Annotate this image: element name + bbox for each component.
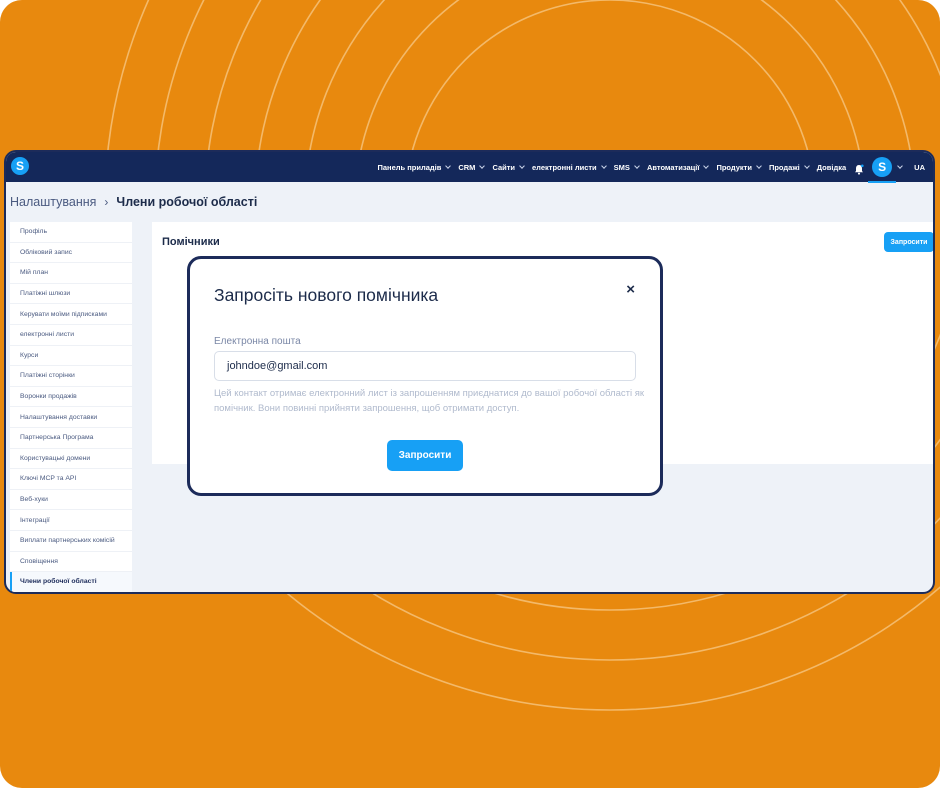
- sidebar-item-api-keys[interactable]: Ключі MCP та API: [10, 469, 132, 490]
- sidebar-item-affiliate-payouts[interactable]: Виплати партнерських комісій: [10, 531, 132, 552]
- active-indicator: [868, 181, 897, 183]
- top-navigation: S Панель приладів CRM Сайти електронні л…: [6, 152, 933, 183]
- sidebar-item-profile[interactable]: Профіль: [10, 222, 132, 243]
- chevron-down-icon: [600, 163, 607, 169]
- nav-item-label: Продукти: [716, 162, 752, 172]
- email-field[interactable]: johndoe@gmail.com: [214, 351, 636, 381]
- email-label: Електронна пошта: [214, 336, 301, 347]
- chevron-down-icon: [634, 163, 640, 169]
- nav-item-crm[interactable]: CRM: [458, 162, 486, 172]
- nav-item-label: Довідка: [816, 162, 847, 172]
- nav-item-products[interactable]: Продукти: [716, 162, 762, 172]
- sidebar-item-delivery-settings[interactable]: Налаштування доставки: [10, 407, 132, 428]
- chevron-down-icon: [897, 163, 903, 169]
- nav-item-label: електронні листи: [532, 162, 597, 172]
- sidebar-item-workspace-members[interactable]: Члени робочої області: [10, 572, 132, 592]
- invite-button[interactable]: Запросити: [884, 232, 933, 252]
- page-title: Помічники: [162, 236, 220, 248]
- submit-invite-button[interactable]: Запросити: [387, 440, 463, 471]
- sidebar-item-my-plan[interactable]: Мій план: [10, 263, 132, 284]
- nav-item-sales[interactable]: Продажі: [768, 162, 810, 172]
- sidebar-item-sales-funnels[interactable]: Воронки продажів: [10, 387, 132, 408]
- nav-item-sites[interactable]: Сайти: [492, 162, 525, 172]
- sidebar-item-emails[interactable]: електронні листи: [10, 325, 132, 346]
- avatar[interactable]: S: [872, 157, 893, 177]
- chevron-down-icon: [803, 163, 810, 169]
- invite-hint-text: Цей контакт отримає електронний лист із …: [214, 388, 645, 414]
- nav-item-label: Автоматизації: [646, 162, 700, 172]
- nav-item-sms[interactable]: SMS: [613, 162, 640, 172]
- invite-assistant-modal: Запросіть нового помічника × Електронна …: [187, 256, 663, 496]
- sidebar-item-custom-domains[interactable]: Користувацькі домени: [10, 449, 132, 470]
- nav-item-label: Панель приладів: [377, 162, 442, 172]
- chevron-down-icon: [519, 163, 525, 169]
- nav-item-automations[interactable]: Автоматизації: [646, 162, 710, 172]
- user-menu[interactable]: S: [868, 157, 903, 183]
- sidebar-item-payment-gateways[interactable]: Платіжні шлюзи: [10, 284, 132, 305]
- breadcrumb: Налаштування › Члени робочої області: [10, 195, 257, 209]
- sidebar-item-webhooks[interactable]: Веб-хуки: [10, 490, 132, 511]
- nav-item-label: Продажі: [768, 162, 800, 172]
- breadcrumb-settings-link[interactable]: Налаштування: [10, 195, 96, 209]
- close-icon[interactable]: ×: [626, 281, 635, 298]
- nav-item-dashboard[interactable]: Панель приладів: [377, 162, 452, 172]
- modal-title: Запросіть нового помічника: [214, 285, 439, 305]
- sidebar-item-courses[interactable]: Курси: [10, 346, 132, 367]
- sidebar-item-notifications[interactable]: Сповіщення: [10, 552, 132, 573]
- sidebar-item-account[interactable]: Обліковий запис: [10, 243, 132, 264]
- breadcrumb-current: Члени робочої області: [116, 195, 258, 209]
- chevron-down-icon: [756, 163, 762, 169]
- sidebar-item-payment-pages[interactable]: Платіжні сторінки: [10, 366, 132, 387]
- chevron-down-icon: [445, 163, 452, 169]
- chevron-down-icon: [479, 163, 486, 169]
- chevron-down-icon: [703, 163, 710, 169]
- nav-item-help[interactable]: Довідка: [817, 163, 846, 172]
- nav-item-label: CRM: [458, 162, 476, 172]
- language-switcher[interactable]: UA: [914, 163, 925, 172]
- nav-item-emails[interactable]: електронні листи: [532, 162, 607, 172]
- app-logo[interactable]: S: [11, 157, 29, 175]
- sidebar-item-subscriptions[interactable]: Керувати моїми підписками: [10, 304, 132, 325]
- sidebar-item-integrations[interactable]: Інтеграції: [10, 510, 132, 531]
- nav-item-label: Сайти: [492, 162, 516, 172]
- nav-menu: Панель приладів CRM Сайти електронні лис…: [377, 152, 925, 183]
- notification-bell-icon[interactable]: [854, 162, 864, 175]
- chevron-right-icon: ›: [104, 195, 109, 209]
- nav-item-label: SMS: [613, 162, 630, 172]
- sidebar-item-affiliate-program[interactable]: Партнерська Програма: [10, 428, 132, 449]
- settings-sidebar: Профіль Обліковий запис Мій план Платіжн…: [10, 222, 132, 592]
